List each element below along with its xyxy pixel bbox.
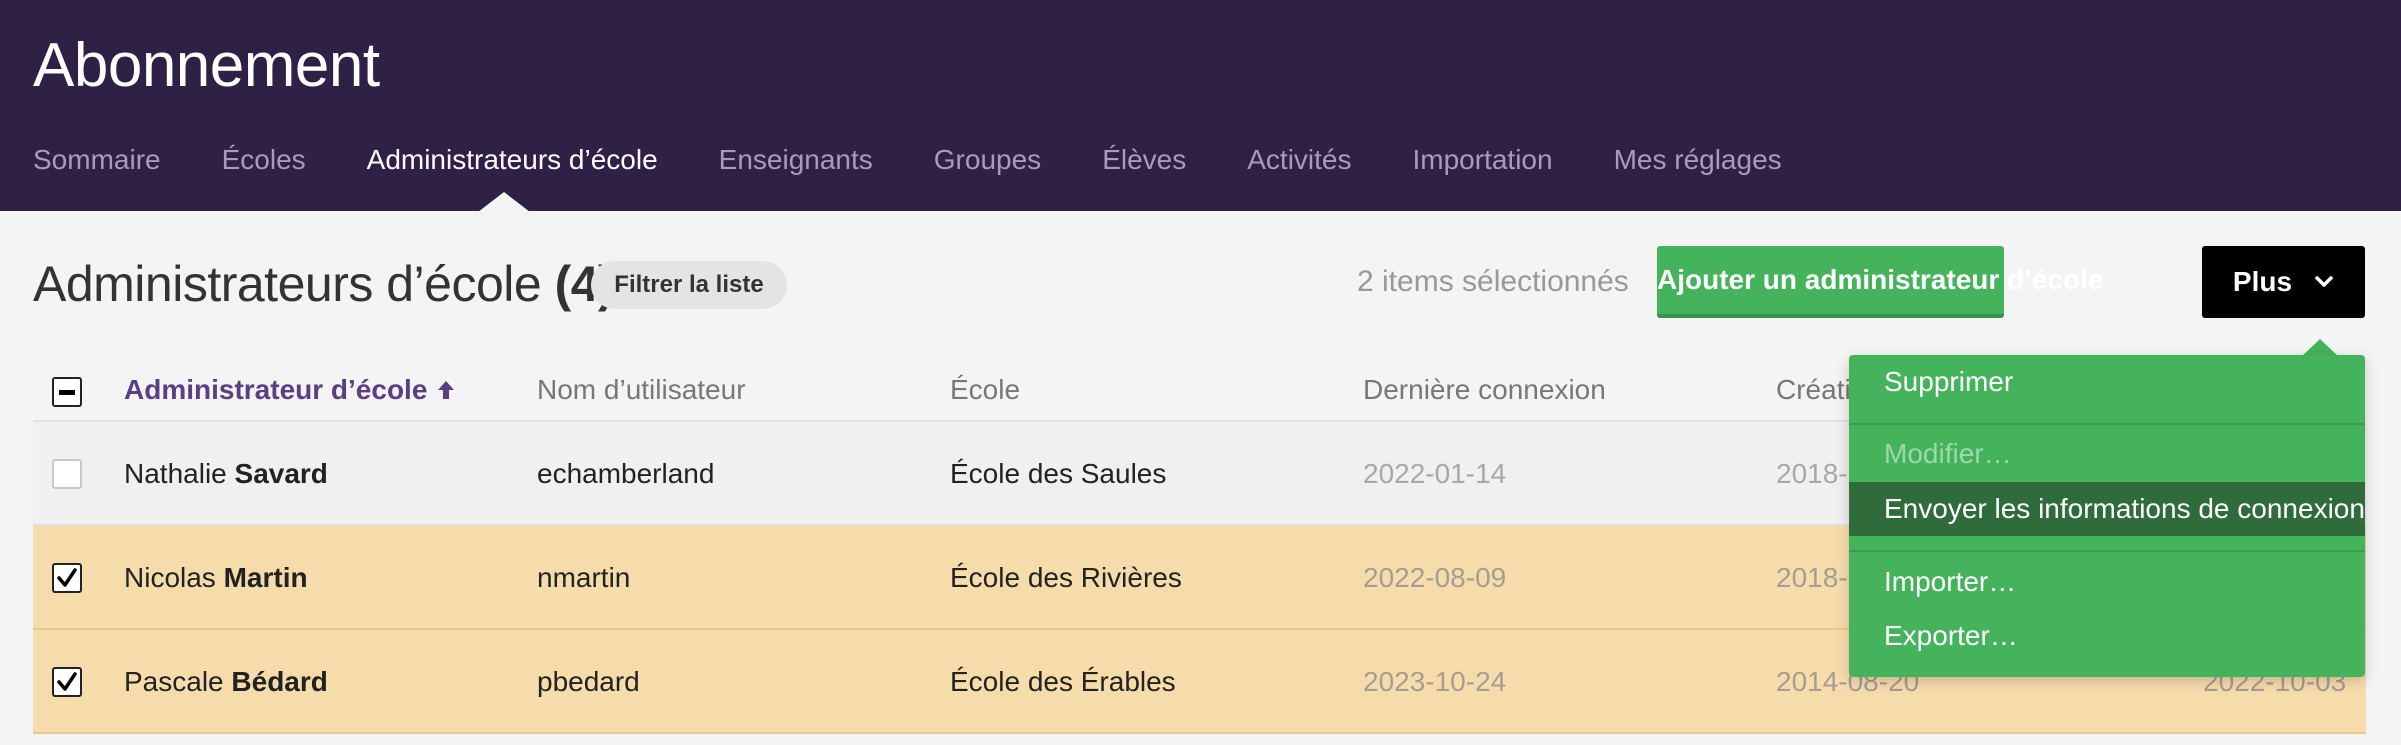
row-checkbox[interactable] <box>52 667 82 697</box>
add-admin-button[interactable]: Ajouter un administrateur d’école <box>1657 246 2104 318</box>
page-title: Administrateurs d’école (4) <box>33 255 615 313</box>
nav-activites[interactable]: Activités <box>1247 138 1351 182</box>
nav-eleves[interactable]: Élèves <box>1102 138 1186 182</box>
nav-administrateurs[interactable]: Administrateurs d’école <box>367 138 658 182</box>
select-all-checkbox[interactable] <box>52 377 82 407</box>
created-date: 2018- <box>1776 458 1848 489</box>
username: echamberland <box>537 458 715 489</box>
admin-name: Pascale Bédard <box>124 666 328 697</box>
sort-arrow-up-icon <box>438 381 455 399</box>
nav-enseignants[interactable]: Enseignants <box>719 138 873 182</box>
menu-item-edit: Modifier… <box>1884 438 2012 469</box>
page-title-text: Administrateurs d’école <box>33 256 542 312</box>
indeterminate-icon <box>59 390 75 395</box>
row-checkbox[interactable] <box>52 563 82 593</box>
more-dropdown-menu: Supprimer Modifier… Envoyer les informat… <box>1849 355 2365 677</box>
created-date: 2018- <box>1776 562 1848 593</box>
username: nmartin <box>537 562 631 593</box>
column-header-last-login[interactable]: Dernière connexion <box>1363 374 1606 406</box>
menu-divider <box>1849 423 2365 425</box>
menu-item-delete[interactable]: Supprimer <box>1849 355 2365 409</box>
menu-item-export[interactable]: Exporter… <box>1849 609 2365 663</box>
school: École des Rivières <box>950 562 1182 593</box>
more-button-label: Plus <box>2232 266 2293 297</box>
filter-list-button[interactable]: Filtrer la liste <box>591 261 787 309</box>
school: École des Érables <box>950 666 1176 697</box>
admin-name: Nicolas Martin <box>124 562 308 593</box>
nav-groupes[interactable]: Groupes <box>934 138 1041 182</box>
menu-item-send-login-info[interactable]: Envoyer les informations de connexion <box>1849 482 2365 536</box>
selection-count: 2 items sélectionnés <box>1357 265 1629 298</box>
chevron-down-icon <box>2315 276 2333 287</box>
active-nav-indicator <box>478 192 530 212</box>
admin-name: Nathalie Savard <box>124 458 328 489</box>
column-header-username[interactable]: Nom d’utilisateur <box>537 374 746 406</box>
checkmark-icon <box>57 568 77 587</box>
more-button[interactable]: Plus <box>2202 246 2365 318</box>
last-login: 2022-08-09 <box>1363 562 1507 593</box>
menu-item-import[interactable]: Importer… <box>1849 555 2365 609</box>
checkmark-icon <box>57 672 77 691</box>
nav-sommaire[interactable]: Sommaire <box>33 138 161 182</box>
column-header-admin-label: Administrateur d’école <box>124 374 428 405</box>
school: École des Saules <box>950 458 1167 489</box>
row-checkbox[interactable] <box>52 459 82 489</box>
last-login: 2023-10-24 <box>1363 666 1507 697</box>
column-header-admin[interactable]: Administrateur d’école <box>124 374 455 406</box>
app-header: Abonnement Sommaire Écoles Administrateu… <box>0 0 2401 212</box>
menu-divider <box>1849 550 2365 552</box>
column-header-school[interactable]: École <box>950 374 1020 406</box>
main-nav: Sommaire Écoles Administrateurs d’école … <box>33 138 1843 182</box>
last-login: 2022-01-14 <box>1363 458 1507 489</box>
nav-mes-reglages[interactable]: Mes réglages <box>1614 138 1782 182</box>
dropdown-caret <box>2302 339 2338 356</box>
username: pbedard <box>537 666 640 697</box>
nav-ecoles[interactable]: Écoles <box>222 138 306 182</box>
nav-importation[interactable]: Importation <box>1412 138 1552 182</box>
app-title: Abonnement <box>33 31 380 100</box>
